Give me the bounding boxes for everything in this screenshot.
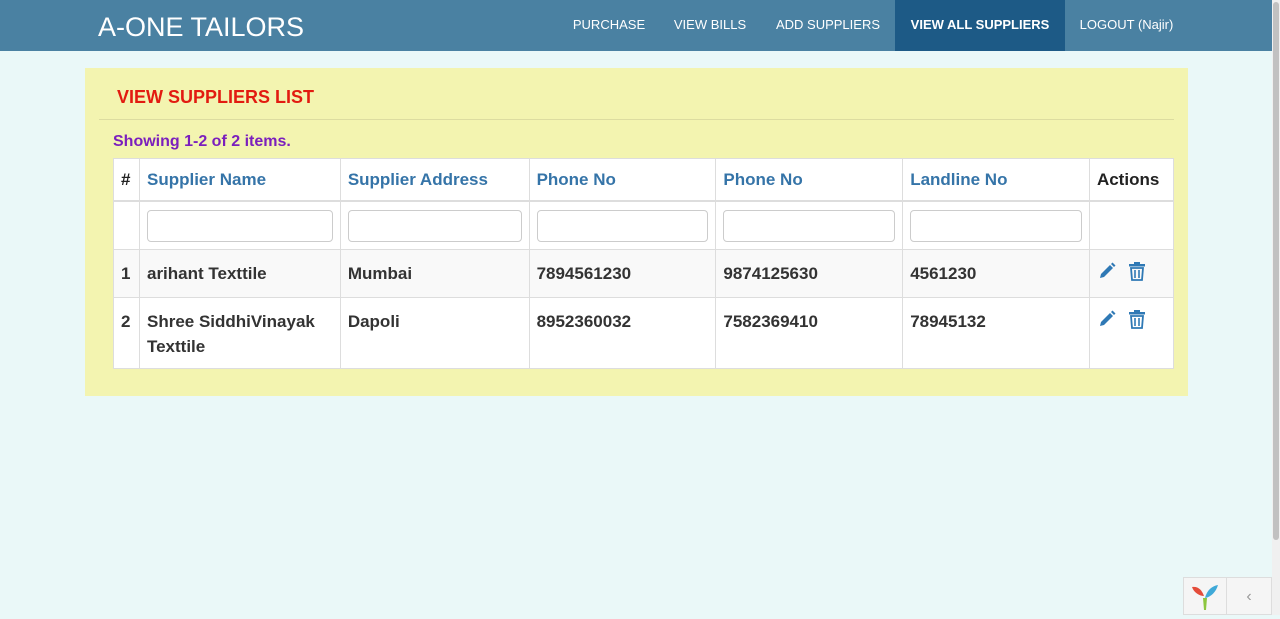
divider [99,119,1174,120]
filter-phone-no-input[interactable] [536,209,709,242]
brand-title[interactable]: A-ONE TAILORS [98,12,304,43]
nav-logout[interactable]: LOGOUT (Najir) [1065,0,1188,51]
suppliers-table: # Supplier Name Supplier Address Phone N… [113,158,1175,370]
row-index: 1 [113,248,140,299]
phone-no-2-cell: 7582369410 [715,297,904,370]
filter-cell [715,200,904,250]
supplier-address-cell: Dapoli [339,297,530,370]
column-header-index: # [113,158,140,202]
trash-icon[interactable] [1128,309,1146,336]
filter-cell-empty [1088,200,1175,250]
debug-toolbar-logo[interactable] [1183,577,1227,615]
actions-cell [1088,248,1175,299]
landline-no-cell: 4561230 [902,248,1090,299]
nav-purchase[interactable]: PURCHASE [559,0,659,51]
pencil-icon[interactable] [1097,261,1117,288]
filter-row [113,200,1175,250]
trash-icon[interactable] [1128,261,1146,288]
header-row: # Supplier Name Supplier Address Phone N… [113,158,1175,202]
filter-phone-no-2-input[interactable] [723,209,896,242]
filter-supplier-address-input[interactable] [347,209,522,242]
table-row: 1 arihant Texttile Mumbai 7894561230 987… [113,248,1175,299]
top-navbar: A-ONE TAILORS PURCHASE VIEW BILLS ADD SU… [0,0,1272,51]
filter-cell [138,200,341,250]
filter-cell [339,200,530,250]
filter-cell [902,200,1090,250]
page-title: VIEW SUPPLIERS LIST [117,87,315,107]
page-scrollbar[interactable] [1272,0,1280,615]
filter-cell [528,200,717,250]
row-index: 2 [113,297,140,370]
actions-cell [1088,297,1175,370]
phone-no-cell: 7894561230 [528,248,717,299]
nav-view-all-suppliers[interactable]: VIEW ALL SUPPLIERS [895,0,1065,51]
filter-supplier-name-input[interactable] [146,209,333,242]
supplier-name-cell: Shree SiddhiVinayak Texttile [138,297,341,370]
table-row: 2 Shree SiddhiVinayak Texttile Dapoli 89… [113,297,1175,370]
column-header-supplier-address[interactable]: Supplier Address [339,158,530,202]
supplier-address-cell: Mumbai [339,248,530,299]
column-header-actions: Actions [1088,158,1175,202]
suppliers-panel: VIEW SUPPLIERS LIST Showing 1-2 of 2 ite… [85,68,1188,396]
nav-view-bills[interactable]: VIEW BILLS [659,0,761,51]
column-header-phone-no[interactable]: Phone No [528,158,717,202]
grid-summary: Showing 1-2 of 2 items. [113,133,291,150]
filter-cell-empty [113,200,140,250]
pencil-icon[interactable] [1097,309,1117,336]
debug-toolbar-toggle[interactable]: ‹ [1227,577,1272,615]
scrollbar-thumb[interactable] [1273,2,1279,540]
yii-logo-icon [1192,585,1218,610]
column-header-supplier-name[interactable]: Supplier Name [138,158,341,202]
nav-add-suppliers[interactable]: ADD SUPPLIERS [761,0,895,51]
column-header-landline-no[interactable]: Landline No [902,158,1090,202]
column-header-phone-no-2[interactable]: Phone No [715,158,904,202]
filter-landline-no-input[interactable] [910,209,1082,242]
supplier-name-cell: arihant Texttile [138,248,341,299]
phone-no-cell: 8952360032 [528,297,717,370]
phone-no-2-cell: 9874125630 [715,248,904,299]
landline-no-cell: 78945132 [902,297,1090,370]
